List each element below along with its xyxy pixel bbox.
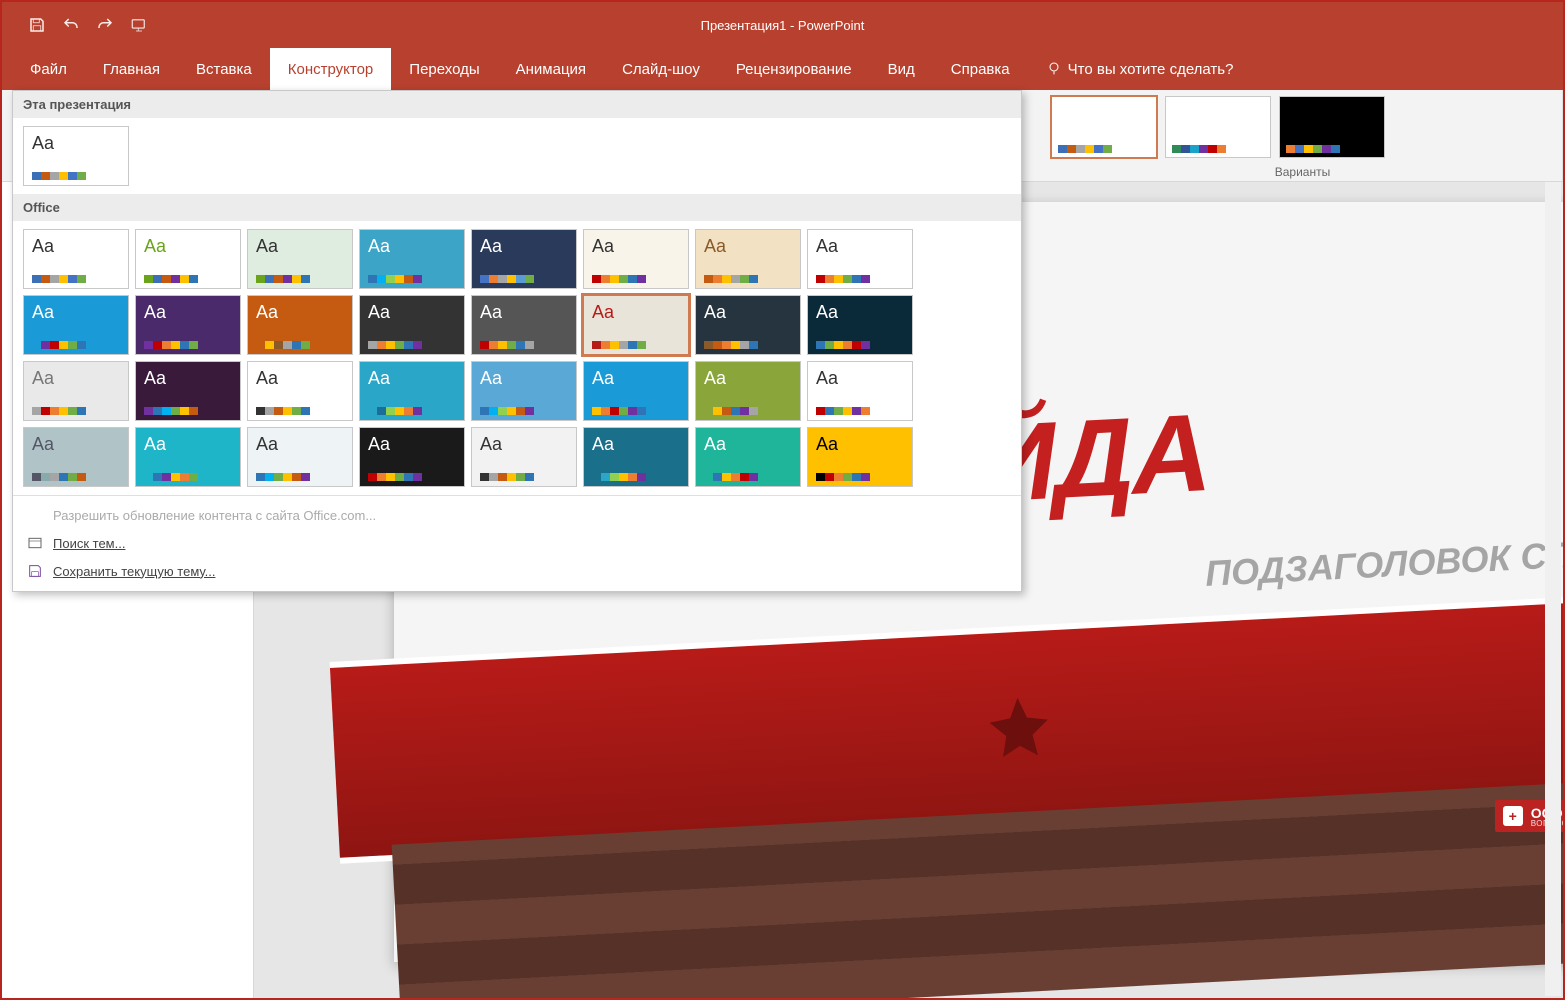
- redo-icon[interactable]: [94, 14, 116, 36]
- theme-gallery-dropdown: Эта презентация Aa Office AaAaAaAaAaAaAa…: [12, 90, 1022, 592]
- variant-thumb[interactable]: [1279, 96, 1385, 158]
- gallery-browse-themes[interactable]: Поиск тем...: [13, 529, 1021, 557]
- theme-thumb[interactable]: Aa: [807, 229, 913, 289]
- theme-thumb[interactable]: Aa: [695, 295, 801, 355]
- theme-thumb[interactable]: Aa: [247, 229, 353, 289]
- variant-thumb[interactable]: [1051, 96, 1157, 158]
- save-theme-icon: [27, 563, 43, 579]
- tell-me-search[interactable]: Что вы хотите сделать?: [1028, 48, 1234, 90]
- theme-thumb[interactable]: Aa: [359, 427, 465, 487]
- theme-thumb[interactable]: Aa: [23, 295, 129, 355]
- theme-thumb[interactable]: Aa: [359, 295, 465, 355]
- theme-thumb[interactable]: Aa: [471, 229, 577, 289]
- window-title: Презентация1 - PowerPoint: [701, 18, 865, 33]
- theme-thumb[interactable]: Aa: [23, 229, 129, 289]
- slide-subtitle-text[interactable]: ПОДЗАГОЛОВОК СЛАЙ: [1204, 531, 1563, 595]
- theme-thumb[interactable]: Aa: [583, 295, 689, 355]
- theme-thumb[interactable]: Aa: [359, 361, 465, 421]
- theme-thumb[interactable]: Aa: [247, 295, 353, 355]
- theme-thumb[interactable]: Aa: [695, 361, 801, 421]
- app-window: Презентация1 - PowerPoint ФайлГлавнаяВст…: [0, 0, 1565, 1000]
- tab-вставка[interactable]: Вставка: [178, 48, 270, 90]
- variants-label: Варианты: [1051, 163, 1554, 179]
- theme-thumb[interactable]: Aa: [583, 427, 689, 487]
- theme-thumb[interactable]: Aa: [135, 229, 241, 289]
- tab-вид[interactable]: Вид: [870, 48, 933, 90]
- tab-главная[interactable]: Главная: [85, 48, 178, 90]
- plus-icon: +: [1503, 806, 1523, 826]
- tab-справка[interactable]: Справка: [933, 48, 1028, 90]
- gallery-section-this-presentation: Эта презентация: [13, 91, 1021, 118]
- theme-thumb[interactable]: Aa: [695, 427, 801, 487]
- variant-thumb[interactable]: [1165, 96, 1271, 158]
- vertical-scrollbar[interactable]: [1545, 182, 1561, 996]
- gallery-save-theme[interactable]: Сохранить текущую тему...: [13, 557, 1021, 585]
- theme-thumb[interactable]: Aa: [471, 361, 577, 421]
- theme-thumb[interactable]: Aa: [583, 229, 689, 289]
- tab-файл[interactable]: Файл: [12, 48, 85, 90]
- tab-рецензирование[interactable]: Рецензирование: [718, 48, 870, 90]
- theme-thumb[interactable]: Aa: [23, 361, 129, 421]
- gallery-footer: Разрешить обновление контента с сайта Of…: [13, 495, 1021, 591]
- browse-icon: [27, 535, 43, 551]
- tab-конструктор[interactable]: Конструктор: [270, 48, 392, 90]
- theme-thumb[interactable]: Aa: [23, 126, 129, 186]
- undo-icon[interactable]: [60, 14, 82, 36]
- tab-анимация[interactable]: Анимация: [498, 48, 604, 90]
- theme-thumb[interactable]: Aa: [583, 361, 689, 421]
- variants-group: Варианты: [1043, 90, 1563, 181]
- title-bar: Презентация1 - PowerPoint: [2, 2, 1563, 48]
- theme-thumb[interactable]: Aa: [807, 295, 913, 355]
- theme-thumb[interactable]: Aa: [807, 427, 913, 487]
- theme-thumb[interactable]: Aa: [471, 295, 577, 355]
- tab-слайд-шоу[interactable]: Слайд-шоу: [604, 48, 718, 90]
- theme-thumb[interactable]: Aa: [23, 427, 129, 487]
- theme-thumb[interactable]: Aa: [471, 427, 577, 487]
- tab-переходы[interactable]: Переходы: [391, 48, 497, 90]
- theme-thumb[interactable]: Aa: [247, 361, 353, 421]
- star-icon: [982, 690, 1056, 764]
- ribbon-tabs: ФайлГлавнаяВставкаКонструкторПереходыАни…: [2, 48, 1563, 90]
- theme-thumb[interactable]: Aa: [135, 427, 241, 487]
- quick-access-toolbar: [2, 14, 150, 36]
- theme-thumb[interactable]: Aa: [807, 361, 913, 421]
- variants-row: [1051, 96, 1554, 158]
- gallery-section-office: Office: [13, 194, 1021, 221]
- theme-thumb[interactable]: Aa: [359, 229, 465, 289]
- theme-thumb[interactable]: Aa: [247, 427, 353, 487]
- gallery-update-content: Разрешить обновление контента с сайта Of…: [13, 502, 1021, 529]
- save-icon[interactable]: [26, 14, 48, 36]
- start-from-beginning-icon[interactable]: [128, 14, 150, 36]
- theme-thumb[interactable]: Aa: [135, 361, 241, 421]
- theme-thumb[interactable]: Aa: [695, 229, 801, 289]
- theme-thumb[interactable]: Aa: [135, 295, 241, 355]
